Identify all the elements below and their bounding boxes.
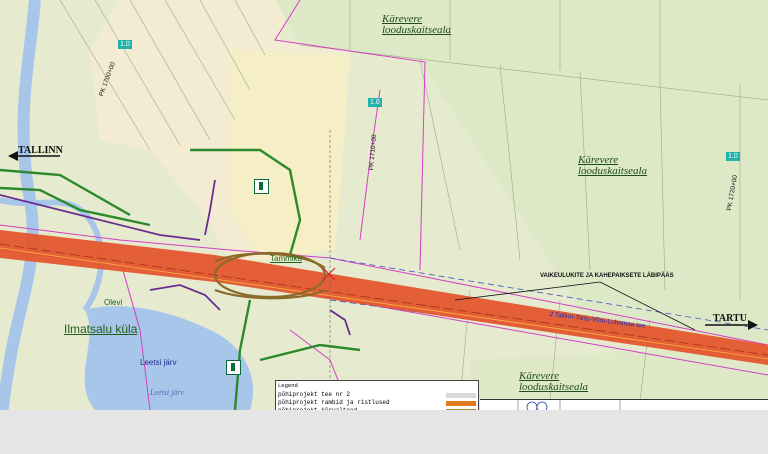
lake-water-label: Leetsi järv [150, 388, 184, 397]
reserve-label-1: Kärevere looduskaitseala [382, 14, 451, 36]
legend-title: Legend [278, 382, 298, 389]
lake-label: Leetsi järv [140, 358, 177, 367]
reserve-type: looduskaitseala [519, 381, 589, 393]
village-label-ilmatsalu: Ilmatsalu küla [64, 322, 138, 336]
reserve-label-3: Kärevere looduskaitseala [519, 371, 588, 393]
city-label-tallinn: TALLINN [18, 145, 63, 156]
road-sign-icon [254, 179, 269, 194]
map-canvas[interactable]: Kärevere looduskaitseala Kärevere loodus… [0, 0, 768, 454]
village-label-olevi: Olevi [104, 298, 123, 307]
legend-row: põhiprojekt tee nr 2 [278, 391, 351, 398]
road-sign-icon [226, 360, 241, 375]
bottom-bar [0, 410, 768, 454]
legend-swatch [446, 401, 476, 406]
reserve-type: looduskaitseala [382, 24, 452, 36]
reserve-label-2: Kärevere looduskaitseala [578, 155, 647, 177]
pk-badge-2: 1.0 [368, 98, 382, 107]
reserve-type: looduskaitseala [578, 165, 648, 177]
passage-label: VAIKEULUKITE JA KAHEPAIKSETE LÄBIPÄÄS [540, 273, 674, 279]
pk-badge-3: 1.0 [726, 152, 740, 161]
legend-row: põhiprojekt rambid ja ristlused [278, 399, 390, 406]
yellow-zone [230, 50, 350, 260]
city-label-tartu: TARTU [713, 313, 747, 324]
pk-badge-1: 1.0 [118, 40, 132, 49]
village-label-tammiku: Tammiku [270, 254, 303, 263]
legend-swatch [446, 393, 476, 398]
